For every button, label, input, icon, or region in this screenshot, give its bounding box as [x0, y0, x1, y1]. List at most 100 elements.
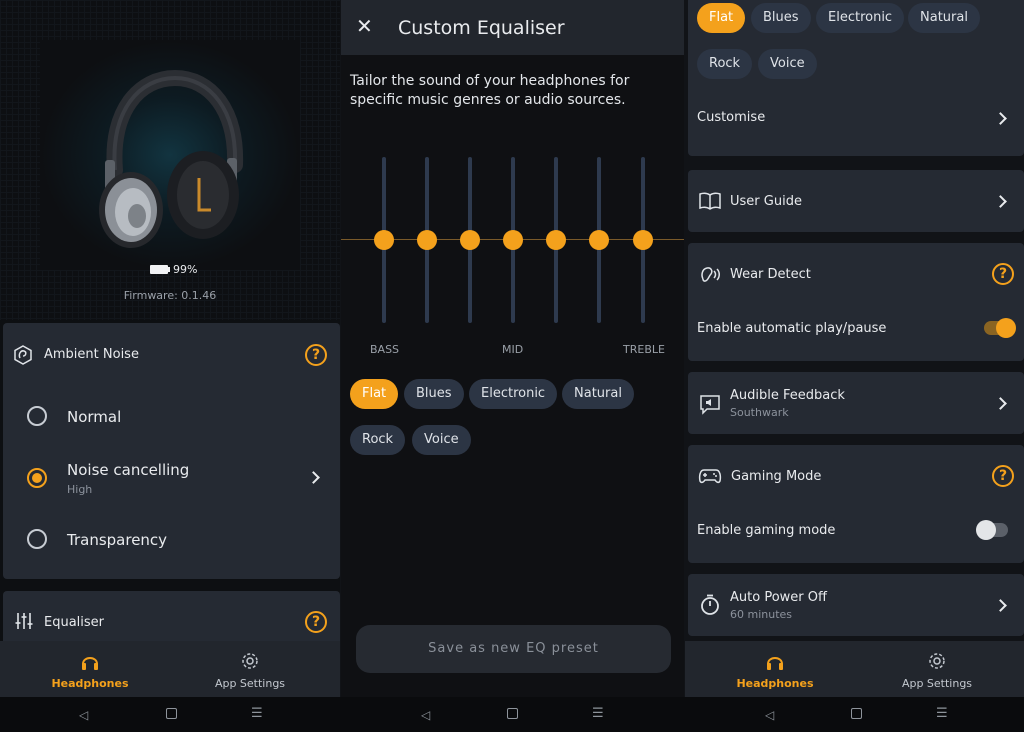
- nav-headphones-label: Headphones: [51, 677, 129, 690]
- headphones-icon: [82, 657, 98, 670]
- back-icon[interactable]: ◁: [765, 708, 774, 722]
- ambient-noise-title: Ambient Noise: [44, 347, 139, 362]
- headphones-settings-screen: Flat Blues Electronic Natural Rock Voice…: [685, 0, 1024, 697]
- wear-detect-toggle[interactable]: [984, 318, 1016, 338]
- nav-headphones[interactable]: Headphones: [20, 641, 160, 697]
- headphones-icon: [767, 657, 783, 670]
- eq-slider-knob[interactable]: [546, 230, 566, 250]
- nav-headphones[interactable]: Headphones: [705, 641, 845, 697]
- ambient-noise-icon: [14, 345, 32, 365]
- home-icon[interactable]: [507, 708, 518, 719]
- gaming-mode-title: Gaming Mode: [731, 469, 822, 484]
- back-icon[interactable]: ◁: [421, 708, 430, 722]
- speech-speaker-icon: [700, 395, 720, 415]
- band-label-mid: MID: [502, 343, 524, 356]
- ambient-option-normal[interactable]: Normal: [3, 395, 340, 439]
- preset-chip-flat[interactable]: Flat: [350, 379, 399, 409]
- chevron-right-icon: [994, 599, 1007, 612]
- preset-chip-electronic[interactable]: Electronic: [816, 3, 905, 33]
- eq-description: Tailor the sound of your headphones for …: [350, 73, 630, 108]
- battery-level: 99%: [173, 263, 198, 276]
- eq-slider-knob[interactable]: [460, 230, 480, 250]
- toggle-knob: [976, 520, 996, 540]
- audible-feedback-card[interactable]: Audible Feedback Southwark: [688, 372, 1024, 434]
- wear-detect-toggle-label: Enable automatic play/pause: [697, 321, 887, 336]
- system-nav-bar: ◁ ☰: [0, 697, 341, 732]
- preset-chip-natural[interactable]: Natural: [562, 379, 634, 409]
- preset-chip-rock[interactable]: Rock: [350, 425, 406, 455]
- audible-feedback-sub: Southwark: [730, 406, 789, 419]
- menu-icon[interactable]: ☰: [936, 706, 948, 721]
- customise-row[interactable]: Customise: [688, 100, 1024, 136]
- preset-chip-blues[interactable]: Blues: [751, 3, 811, 33]
- menu-icon[interactable]: ☰: [251, 706, 263, 721]
- eq-title: Custom Equaliser: [398, 17, 565, 39]
- bottom-nav: Headphones App Settings: [0, 641, 340, 697]
- chevron-right-icon[interactable]: [307, 471, 320, 484]
- preset-chip-flat[interactable]: Flat: [697, 3, 746, 33]
- preset-chip-voice[interactable]: Voice: [758, 49, 817, 79]
- presets-card: Flat Blues Electronic Natural Rock Voice…: [688, 0, 1024, 156]
- ambient-option-noise-cancelling[interactable]: Noise cancelling High: [3, 453, 340, 501]
- audible-feedback-title: Audible Feedback: [730, 388, 845, 403]
- book-icon: [699, 192, 721, 210]
- eq-slider-knob[interactable]: [417, 230, 437, 250]
- eq-slider-knob[interactable]: [589, 230, 609, 250]
- equaliser-help-icon[interactable]: ?: [305, 611, 327, 633]
- chevron-right-icon: [994, 397, 1007, 410]
- back-icon[interactable]: ◁: [79, 708, 88, 722]
- customise-label: Customise: [697, 110, 766, 125]
- ear-sound-icon: [701, 267, 720, 282]
- headphones-screen: 99% Firmware: 0.1.46 Ambient Noise ? Nor…: [0, 0, 340, 697]
- gaming-mode-toggle[interactable]: [976, 520, 1008, 540]
- user-guide-label: User Guide: [730, 194, 802, 209]
- equaliser-title: Equaliser: [44, 615, 105, 630]
- noise-cancelling-label: Noise cancelling: [67, 461, 190, 479]
- chevron-right-icon: [994, 195, 1007, 208]
- noise-cancelling-radio[interactable]: [27, 468, 47, 488]
- close-icon[interactable]: ✕: [356, 14, 373, 38]
- transparency-radio[interactable]: [27, 529, 47, 549]
- nav-app-settings[interactable]: App Settings: [867, 641, 1007, 697]
- chevron-right-icon: [994, 112, 1007, 125]
- firmware-version: Firmware: 0.1.46: [123, 289, 217, 302]
- normal-radio[interactable]: [27, 406, 47, 426]
- preset-chip-electronic[interactable]: Electronic: [469, 379, 558, 409]
- eq-slider-knob[interactable]: [633, 230, 653, 250]
- custom-equaliser-screen: ✕ Custom Equaliser Tailor the sound of y…: [341, 0, 684, 697]
- nav-app-settings[interactable]: App Settings: [180, 641, 320, 697]
- menu-icon[interactable]: ☰: [592, 706, 604, 721]
- gamepad-icon: [698, 469, 722, 484]
- save-eq-preset-button[interactable]: Save as new EQ preset: [356, 625, 671, 673]
- eq-header: ✕ Custom Equaliser: [341, 0, 684, 55]
- system-nav-bar: ◁ ☰: [685, 697, 1024, 732]
- noise-cancelling-level: High: [67, 483, 93, 496]
- ambient-option-transparency[interactable]: Transparency: [3, 518, 340, 562]
- eq-slider-knob[interactable]: [503, 230, 523, 250]
- auto-power-off-sub: 60 minutes: [730, 608, 793, 621]
- home-icon[interactable]: [166, 708, 177, 719]
- toggle-knob: [996, 318, 1016, 338]
- normal-label: Normal: [67, 408, 122, 426]
- gaming-mode-help-icon[interactable]: ?: [992, 465, 1014, 487]
- eq-slider-knob[interactable]: [374, 230, 394, 250]
- band-label-treble: TREBLE: [623, 343, 665, 356]
- wear-detect-help-icon[interactable]: ?: [992, 263, 1014, 285]
- ambient-noise-card: Ambient Noise ? Normal Noise cancelling …: [3, 323, 340, 579]
- preset-chip-blues[interactable]: Blues: [404, 379, 464, 409]
- ambient-noise-help-icon[interactable]: ?: [305, 344, 327, 366]
- auto-power-off-card[interactable]: Auto Power Off 60 minutes: [688, 574, 1024, 636]
- preset-chip-voice[interactable]: Voice: [412, 425, 471, 455]
- wear-detect-card: Wear Detect ? Enable automatic play/paus…: [688, 243, 1024, 361]
- timer-icon: [701, 594, 719, 615]
- user-guide-card[interactable]: User Guide: [688, 170, 1024, 232]
- headphones-image: [99, 70, 244, 248]
- home-icon[interactable]: [851, 708, 862, 719]
- preset-chip-natural[interactable]: Natural: [908, 3, 980, 33]
- wear-detect-title: Wear Detect: [730, 267, 811, 282]
- equaliser-sliders-icon: [15, 613, 33, 629]
- auto-power-off-title: Auto Power Off: [730, 590, 827, 605]
- nav-headphones-label: Headphones: [736, 677, 814, 690]
- preset-chip-rock[interactable]: Rock: [697, 49, 753, 79]
- bottom-nav: Headphones App Settings: [685, 641, 1024, 697]
